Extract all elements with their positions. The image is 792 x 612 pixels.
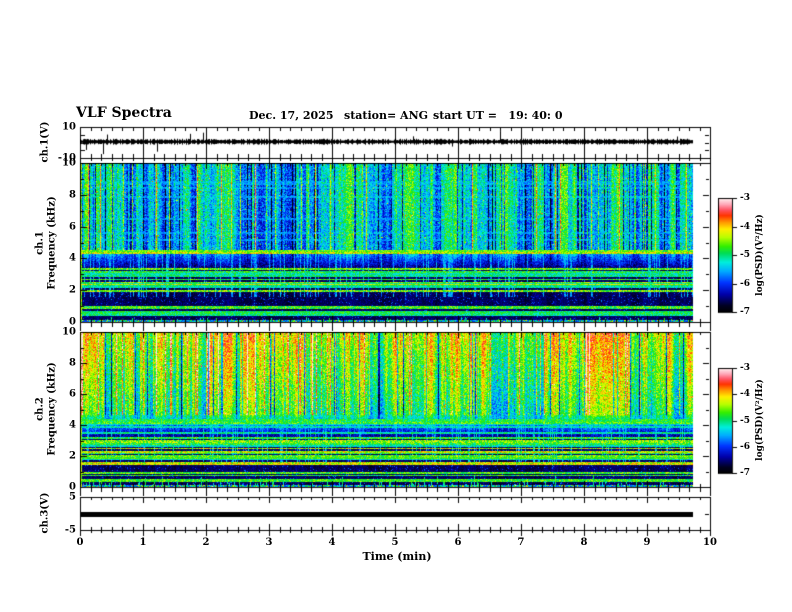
ch2-frequency-axis-line2: Frequency (kHz) [46,362,57,456]
date-label: Dec. 17, 2025 [249,109,334,122]
ch2-frequency-axis-label: ch.2 Frequency (kHz) [35,362,58,455]
ch1-frequency-axis-line2: Frequency (kHz) [46,196,57,290]
time-xtick: 6 [454,537,462,548]
ch1-voltage-axis-label: ch.1(V) [39,121,51,163]
time-xtick: 3 [265,537,273,548]
ch2-frequency-axis-line1: ch.2 [34,397,46,421]
freq-ytick: 2 [69,450,76,462]
ch2-spectrogram-canvas [80,332,710,487]
ch1-ytick: 10 [62,121,76,133]
freq-ytick: 10 [62,326,76,338]
ch1-frequency-axis-line1: ch.1 [34,231,46,255]
freq-ytick: 4 [69,419,76,431]
colorbar1-canvas [718,198,732,312]
vlf-spectra-figure: VLF Spectra Dec. 17, 2025 station= ANG s… [0,0,792,612]
colorbar2-tick: -5 [740,416,750,426]
colorbar2-tick: -7 [740,468,750,478]
freq-ytick: 6 [69,221,76,233]
start-ut-label: start UT = 19: 40: 0 [433,109,563,122]
colorbar1-tick: -4 [740,222,750,232]
colorbar2-tick: -3 [740,363,750,373]
time-xtick: 7 [517,537,525,548]
colorbar1-tick: -7 [740,307,750,317]
time-xtick: 9 [643,537,651,548]
time-xtick: 1 [139,537,147,548]
time-xtick: 8 [580,537,588,548]
colorbar2-canvas [718,368,732,473]
time-xtick: 5 [391,537,399,548]
time-xtick: 0 [76,537,84,548]
colorbar2-tick: -6 [740,442,750,452]
time-xtick: 2 [202,537,210,548]
freq-ytick: 6 [69,388,76,400]
freq-ytick: 10 [62,157,76,169]
ch3-ytick: 5 [69,491,76,503]
time-xtick: 4 [328,537,336,548]
colorbar2-axis-label: log(PSD)(V²/Hz) [754,379,765,461]
ch3-ytick: -5 [64,524,76,536]
freq-ytick: 4 [69,252,76,264]
freq-ytick: 2 [69,284,76,296]
ch1-frequency-axis-label: ch.1 Frequency (kHz) [35,196,58,289]
colorbar2-tick: -4 [740,389,750,399]
colorbar1-tick: -6 [740,279,750,289]
ch3-voltage-axis-label: ch.3(V) [39,492,51,534]
time-xtick: 10 [703,537,717,548]
page-title: VLF Spectra [76,105,172,121]
freq-ytick: 8 [69,357,76,369]
colorbar1-tick: -5 [740,250,750,260]
time-axis-label: Time (min) [362,550,432,563]
station-label: station= ANG [344,109,429,122]
freq-ytick: 8 [69,189,76,201]
ch1-waveform-canvas [80,127,710,158]
colorbar1-tick: -3 [740,193,750,203]
colorbar1-axis-label: log(PSD)(V²/Hz) [754,214,765,296]
ch1-spectrogram-canvas [80,163,710,322]
